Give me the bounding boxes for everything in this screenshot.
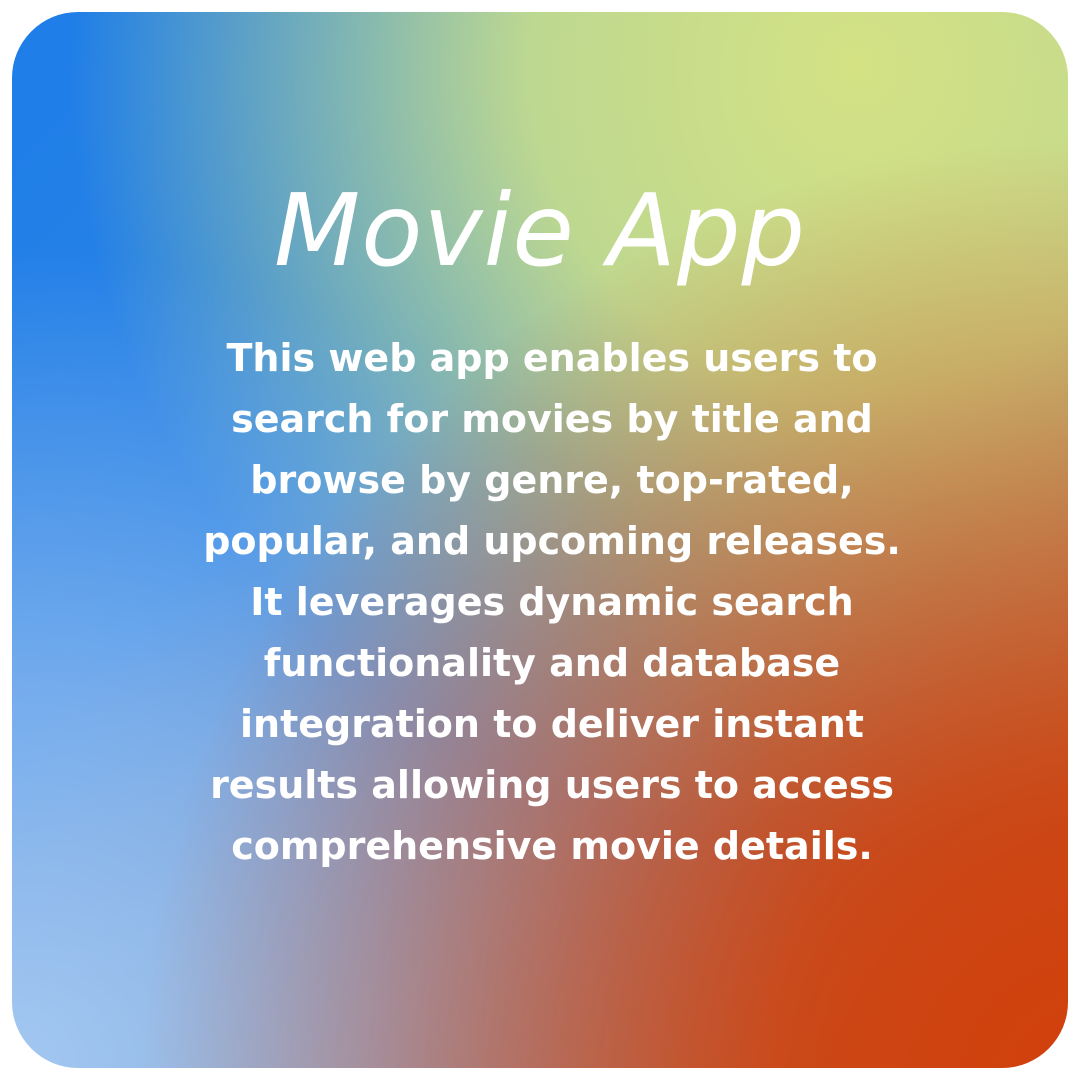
project-card: Movie App This web app enables users to … xyxy=(12,12,1068,1068)
card-description: This web app enables users to search for… xyxy=(203,336,901,868)
card-title: Movie App xyxy=(273,172,807,289)
